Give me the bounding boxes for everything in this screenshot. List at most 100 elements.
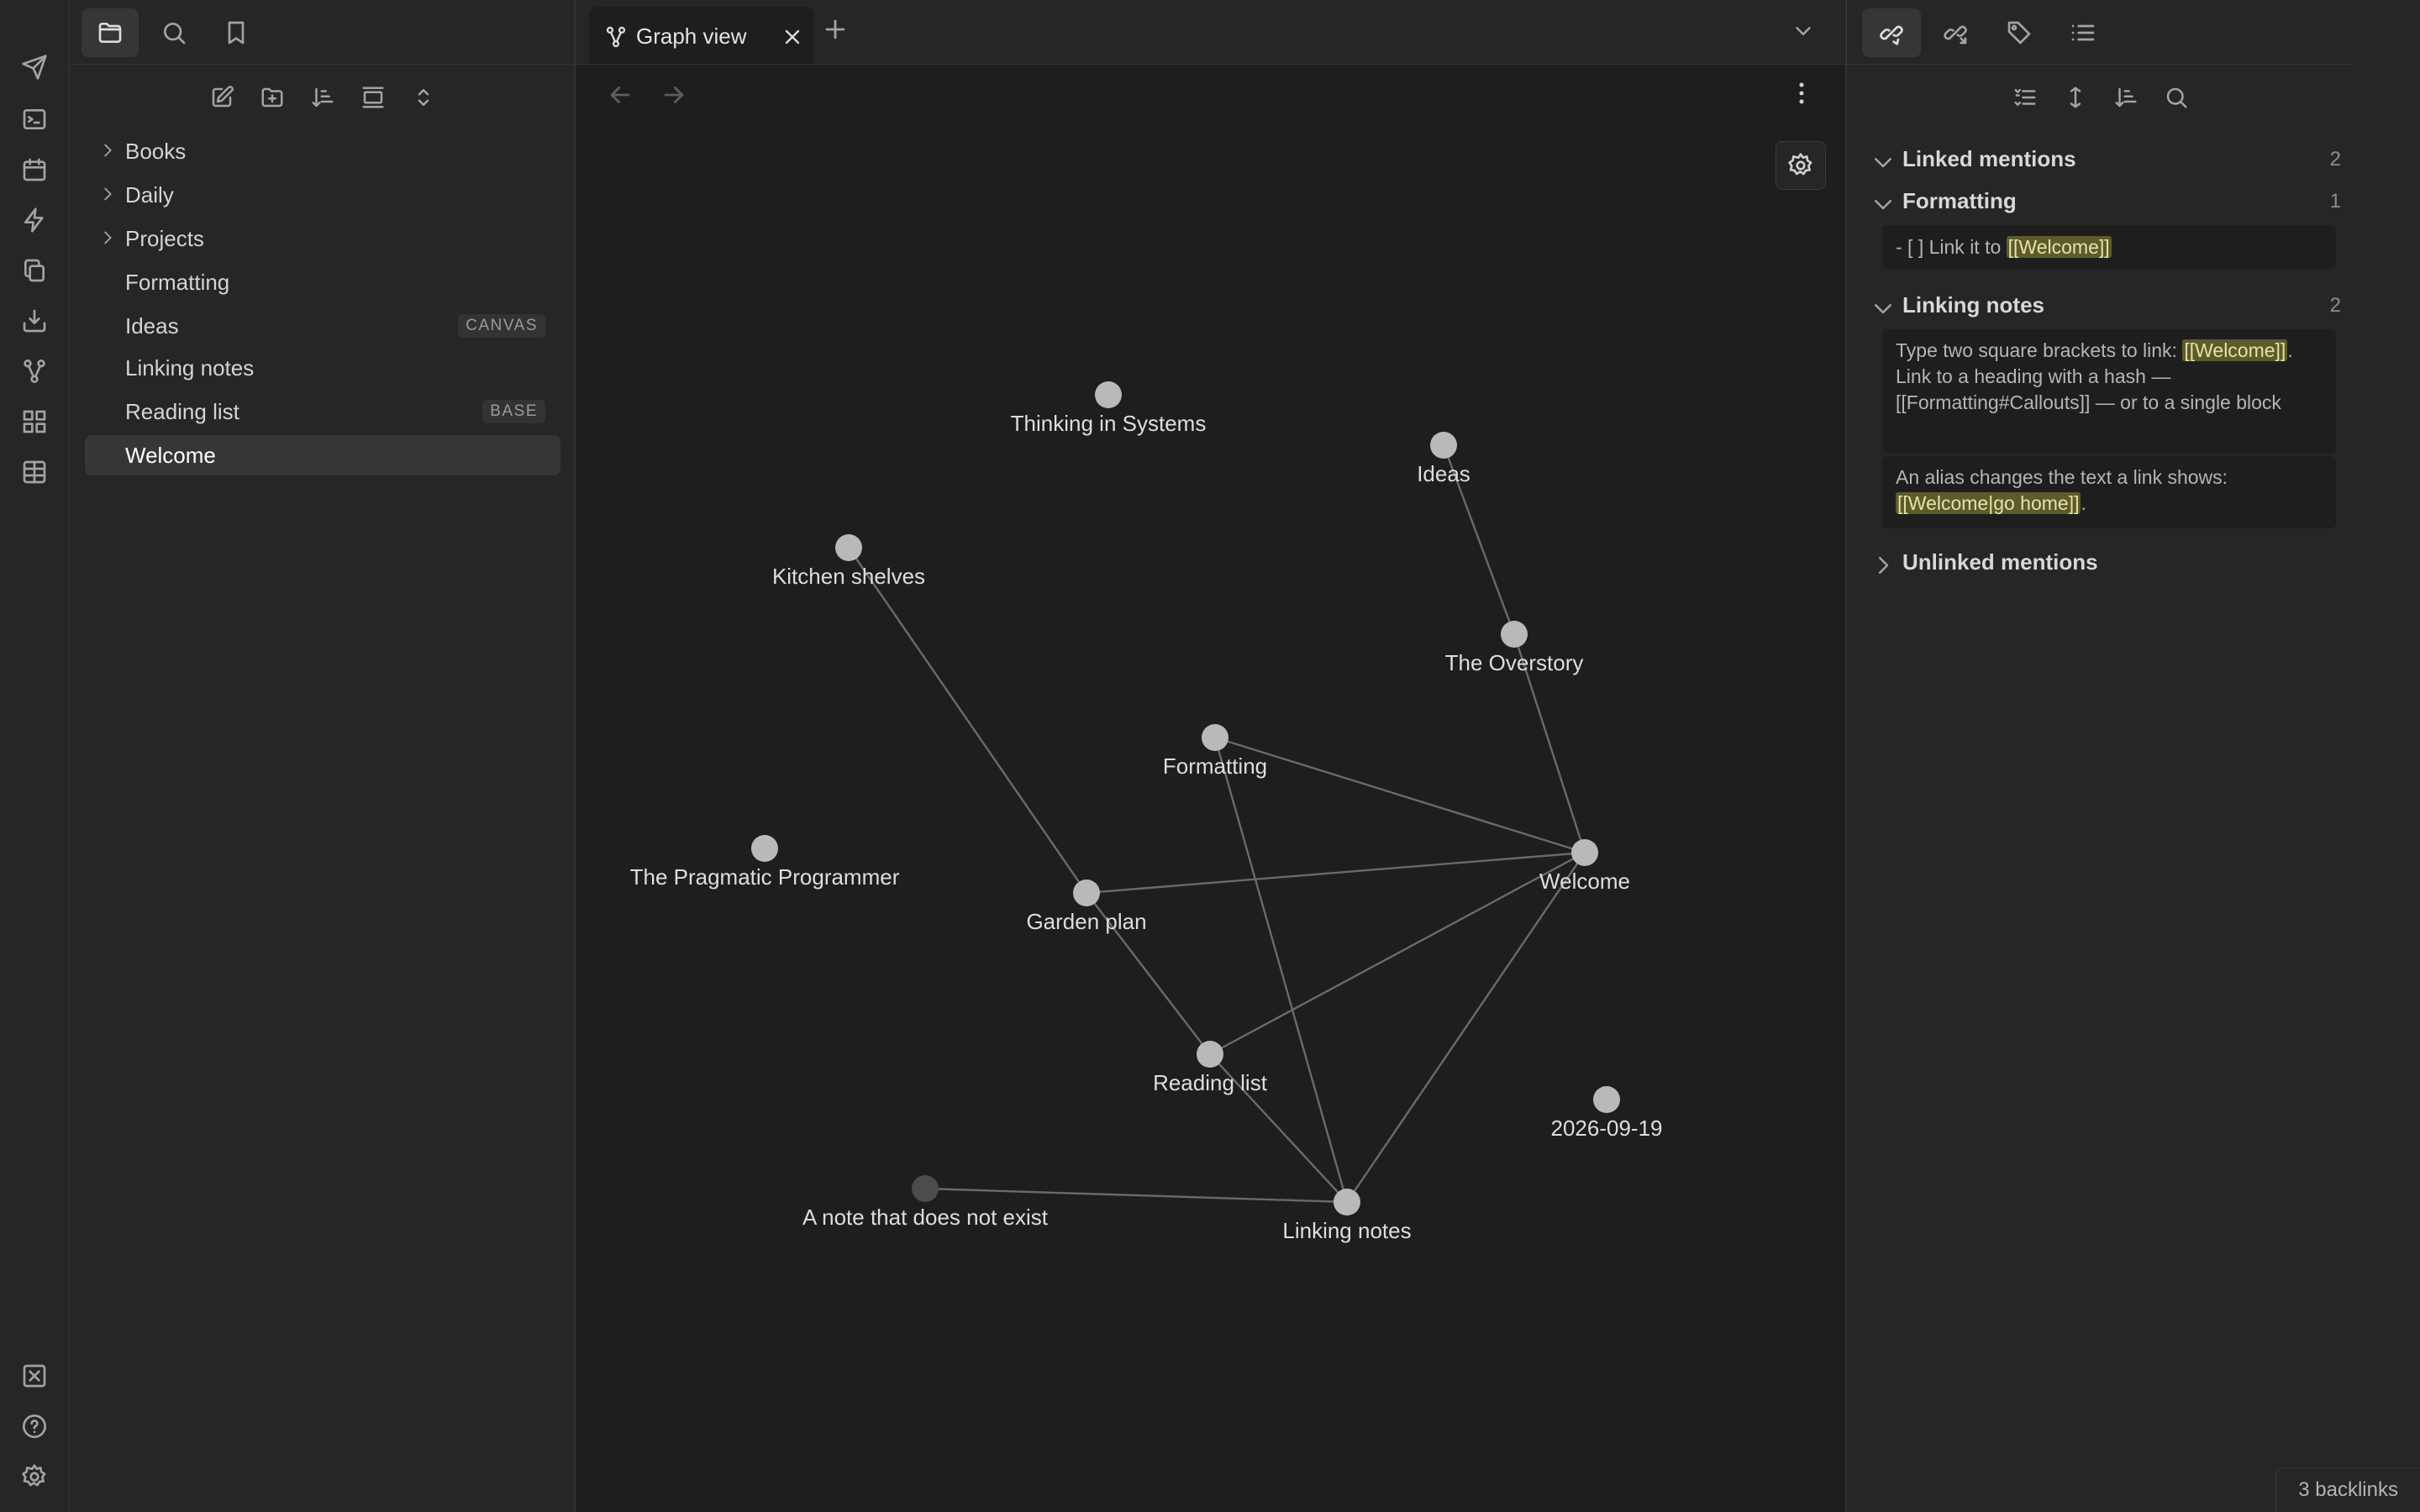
search-icon (164, 23, 186, 45)
chevron-right-icon (1879, 557, 1889, 574)
snippet-text: - [ ] Link it to (1896, 236, 2007, 258)
table-icon[interactable] (18, 455, 51, 489)
graph-link (1213, 737, 1349, 1203)
sort-icon (2115, 87, 2137, 108)
section-title: Linked mentions (1902, 146, 2076, 171)
file-type-badge: BASE (482, 400, 545, 423)
graph-node-dot[interactable] (1197, 1041, 1223, 1068)
graph-node-thinking[interactable]: Thinking in Systems (1011, 381, 1207, 436)
graph-node-reading[interactable]: Reading list (1153, 1041, 1268, 1095)
tab-search[interactable] (145, 8, 203, 57)
graph-node-dot[interactable] (751, 835, 778, 862)
graph-settings-button[interactable] (1776, 141, 1826, 190)
group-count: 1 (2329, 190, 2341, 213)
group-count: 2 (2329, 294, 2341, 317)
section-title: Unlinked mentions (1902, 549, 2098, 575)
graph-node-dot[interactable] (912, 1175, 939, 1202)
backlink-snippet[interactable]: An alias changes the text a link shows: … (1882, 456, 2336, 528)
file-linking-notes[interactable]: Linking notes (85, 348, 560, 388)
backlink-group-linking-notes[interactable]: Linking notes 2 (1870, 289, 2341, 323)
expand-collapse-icon (418, 89, 429, 106)
help-icon[interactable] (18, 1410, 51, 1443)
graph-link (848, 547, 1087, 894)
graph-node-date[interactable]: 2026-09-19 (1551, 1086, 1663, 1141)
graph-node-label: A note that does not exist (802, 1205, 1049, 1230)
tab-tags[interactable] (1990, 8, 2049, 57)
sort-button[interactable] (304, 79, 341, 116)
file-reading-list[interactable]: Reading list BASE (85, 391, 560, 432)
graph-node-dot[interactable] (1334, 1189, 1360, 1215)
graph-node-kitchen[interactable]: Kitchen shelves (772, 534, 925, 589)
graph-node-missing[interactable]: A note that does not exist (802, 1175, 1049, 1230)
collapse-results-button[interactable] (2007, 79, 2044, 116)
copy-icon[interactable] (18, 254, 51, 287)
tab-files[interactable] (82, 8, 139, 57)
import-icon[interactable] (18, 304, 51, 338)
graph-link (1346, 852, 1586, 1203)
calendar-icon[interactable] (18, 153, 51, 186)
settings-icon[interactable] (18, 1460, 51, 1494)
graph-node-dot[interactable] (1430, 432, 1457, 459)
folder-daily[interactable]: Daily (85, 175, 560, 215)
snippet-text: . (2081, 492, 2086, 514)
tab-outline[interactable] (2054, 8, 2112, 57)
tags-icon (2007, 21, 2031, 45)
backlink-group-formatting[interactable]: Formatting 1 (1870, 185, 2341, 218)
link-highlight[interactable]: [[Welcome|go home]] (1896, 492, 2081, 514)
link-highlight[interactable]: [[Welcome]] (2006, 236, 2112, 258)
grid-icon[interactable] (18, 405, 51, 438)
more-options-icon[interactable] (1787, 79, 1816, 108)
graph-node-dot[interactable] (1571, 839, 1598, 866)
file-ideas[interactable]: Ideas CANVAS (85, 306, 560, 346)
arrow-left-icon[interactable] (606, 81, 634, 109)
auto-reveal-icon (362, 87, 384, 108)
new-folder-button[interactable] (254, 79, 291, 116)
graph-node-dot[interactable] (1095, 381, 1122, 408)
graph-node-dot[interactable] (1593, 1086, 1620, 1113)
backlink-snippet[interactable]: - [ ] Link it to [[Welcome]] (1882, 225, 2336, 269)
terminal-icon[interactable] (18, 102, 51, 136)
unlinked-mentions-header[interactable]: Unlinked mentions (1870, 546, 2341, 580)
new-folder-icon (261, 87, 283, 108)
graph-node-dot[interactable] (835, 534, 862, 561)
sort-button[interactable] (2107, 79, 2144, 116)
show-more-context-button[interactable] (2057, 79, 2094, 116)
collapse-results-icon (2014, 89, 2036, 106)
graph-node-overstory[interactable]: The Overstory (1445, 621, 1584, 675)
vault-icon[interactable] (18, 1359, 51, 1393)
graph-icon[interactable] (18, 354, 51, 388)
chevron-down-icon (1875, 200, 1891, 210)
link-highlight[interactable]: [[Welcome]] (2182, 339, 2288, 361)
graph-node-label: Garden plan (1026, 909, 1146, 934)
tab-bookmarks[interactable] (208, 8, 265, 57)
expand-collapse-button[interactable] (405, 79, 442, 116)
graph-node-formatting[interactable]: Formatting (1163, 724, 1267, 779)
graph-node-garden[interactable]: Garden plan (1026, 879, 1147, 934)
graph-node-linking[interactable]: Linking notes (1282, 1189, 1412, 1243)
auto-reveal-button[interactable] (355, 79, 392, 116)
graph-node-dot[interactable] (1202, 724, 1228, 751)
linked-mentions-header[interactable]: Linked mentions 2 (1870, 143, 2341, 176)
backlink-count[interactable]: 3 backlinks (2298, 1478, 2398, 1502)
group-title: Linking notes (1902, 292, 2044, 318)
file-formatting[interactable]: Formatting (85, 262, 560, 302)
graph-node-dot[interactable] (1501, 621, 1528, 648)
send-icon[interactable] (18, 50, 51, 84)
graph-node-label: Welcome (1539, 869, 1630, 894)
graph-node-dot[interactable] (1073, 879, 1100, 906)
folder-projects[interactable]: Projects (85, 218, 560, 259)
arrow-right-icon[interactable] (660, 81, 688, 109)
new-note-button[interactable] (203, 79, 240, 116)
tab-outgoing-links[interactable] (1926, 8, 1985, 57)
tab-backlinks[interactable] (1862, 8, 1921, 57)
graph-canvas[interactable]: Thinking in Systems Ideas Kitchen shelves T… (576, 0, 1844, 1512)
backlink-snippet[interactable]: Type two square brackets to link: [[Welc… (1882, 329, 2336, 454)
folder-books[interactable]: Books (85, 131, 560, 171)
lightning-icon[interactable] (18, 203, 51, 237)
file-welcome[interactable]: Welcome (85, 435, 560, 475)
search-button[interactable] (2158, 79, 2195, 116)
graph-node-welcome[interactable]: Welcome (1539, 839, 1630, 894)
backlinks-icon (1880, 25, 1903, 45)
graph-node-pragmatic[interactable]: The Pragmatic Programmer (630, 835, 900, 890)
graph-node-ideas[interactable]: Ideas (1417, 432, 1470, 486)
